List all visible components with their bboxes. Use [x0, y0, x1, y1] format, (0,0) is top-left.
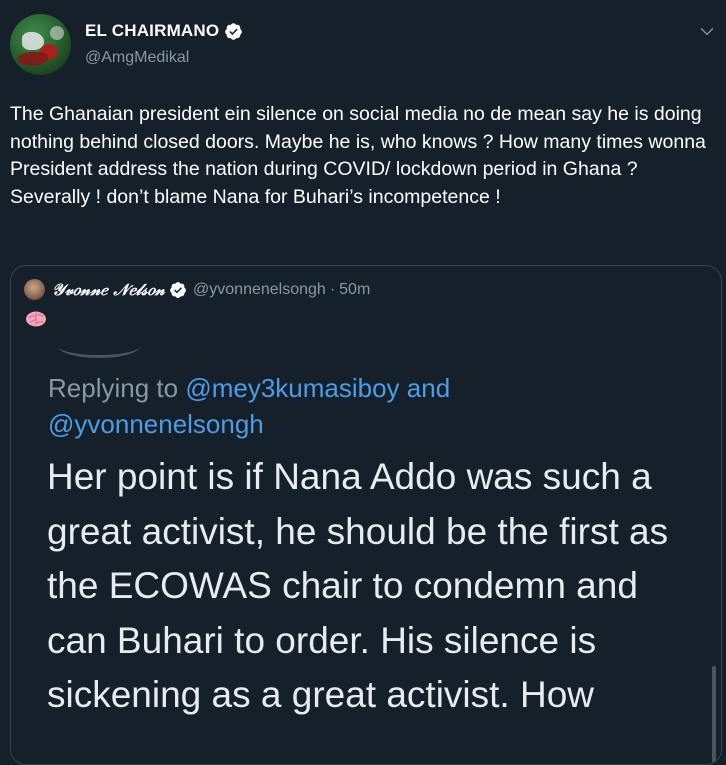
- screenshot-scrollbar: [712, 666, 716, 764]
- quoted-author-display-name: 𝒴𝓋𝑜𝓃𝓃𝑒 𝒩𝑒𝓁𝓈𝑜𝓃: [52, 279, 166, 299]
- author-handle[interactable]: @AmgMedikal: [85, 49, 189, 67]
- quoted-tweet[interactable]: 𝒴𝓋𝑜𝓃𝓃𝑒 𝒩𝑒𝓁𝓈𝑜𝓃 @yvonnenelsongh · 50m Repl…: [10, 265, 722, 765]
- quoted-author-handle: @yvonnenelsongh: [193, 280, 326, 298]
- verified-badge-icon: [170, 281, 186, 298]
- author-name-row: EL CHAIRMANO: [85, 21, 243, 41]
- replying-user-1: @mey3kumasiboy: [185, 373, 400, 403]
- replying-user-2: @yvonnenelsongh: [48, 409, 264, 439]
- separator-dot: ·: [329, 280, 336, 298]
- quoted-tweet-time: 50m: [339, 280, 371, 298]
- author-avatar[interactable]: [10, 14, 71, 75]
- quoted-tweet-screenshot: Replying to @mey3kumasiboy and @yvonnene…: [11, 346, 721, 764]
- replying-and: and: [399, 373, 451, 403]
- brain-emoji-icon: [26, 311, 46, 327]
- replying-to-line: Replying to @mey3kumasiboy and @yvonnene…: [48, 370, 688, 442]
- quoted-author-avatar: [24, 279, 45, 300]
- tweet-text: The Ghanaian president ein silence on so…: [10, 103, 706, 208]
- chevron-down-icon[interactable]: [697, 21, 717, 41]
- cropped-avatar-arc: [58, 334, 140, 358]
- replying-prefix: Replying to: [48, 373, 186, 403]
- verified-badge-icon: [225, 22, 243, 40]
- tweet: EL CHAIRMANO @AmgMedikal The Ghanaian pr…: [0, 0, 726, 765]
- author-display-name[interactable]: EL CHAIRMANO: [85, 21, 219, 41]
- quoted-tweet-header: 𝒴𝓋𝑜𝓃𝓃𝑒 𝒩𝑒𝓁𝓈𝑜𝓃 @yvonnenelsongh · 50m: [24, 279, 370, 300]
- screenshot-tweet-text: Her point is if Nana Addo was such a gre…: [47, 456, 669, 715]
